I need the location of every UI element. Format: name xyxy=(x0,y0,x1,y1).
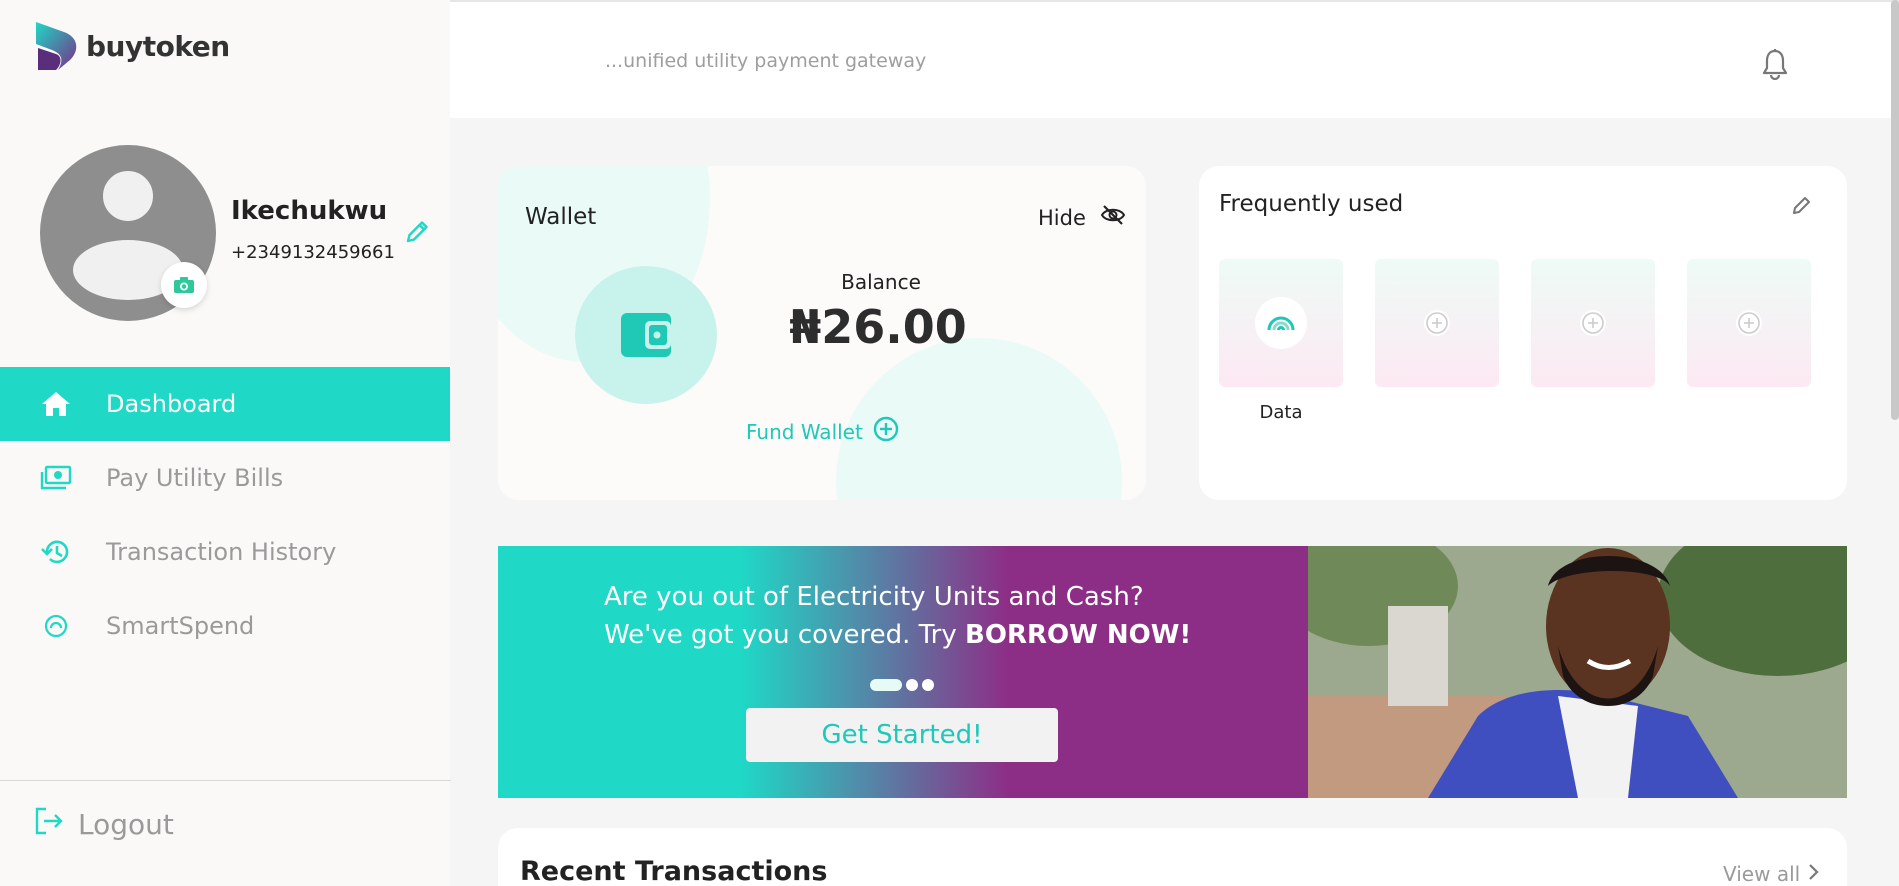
sidebar-item-label: SmartSpend xyxy=(106,612,255,640)
user-name: Ikechukwu xyxy=(231,196,388,226)
tile-icon-wrap xyxy=(1424,310,1450,336)
pencil-icon xyxy=(406,221,428,243)
eye-slash-icon xyxy=(1100,204,1126,231)
hide-balance-button[interactable]: Hide xyxy=(1038,204,1126,231)
plus-circle-icon xyxy=(1426,312,1448,334)
wallet-title: Wallet xyxy=(525,204,597,230)
logout-icon xyxy=(34,806,64,843)
plus-circle-icon xyxy=(1582,312,1604,334)
home-icon xyxy=(40,388,72,420)
sidebar-item-transaction-history[interactable]: Transaction History xyxy=(0,515,450,589)
brand-name: buytoken xyxy=(86,29,230,63)
carousel-dots xyxy=(870,679,938,691)
balance-amount: ₦26.00 xyxy=(789,300,967,354)
recent-transactions-title: Recent Transactions xyxy=(520,856,828,886)
frequent-tile-data[interactable] xyxy=(1219,259,1343,387)
change-photo-button[interactable] xyxy=(161,262,207,308)
tile-label: Data xyxy=(1259,402,1303,423)
sidebar-item-label: Transaction History xyxy=(106,538,337,566)
wallet-icon xyxy=(621,313,671,357)
history-icon xyxy=(40,536,72,568)
promo-banner: Are you out of Electricity Units and Cas… xyxy=(498,546,1847,798)
sidebar-item-label: Dashboard xyxy=(106,390,237,418)
sidebar: buytoken Ikechukwu +2349132459661 Dashbo… xyxy=(0,0,451,886)
edit-profile-button[interactable] xyxy=(403,218,431,250)
money-icon xyxy=(40,462,72,494)
banner-headline: Are you out of Electricity Units and Cas… xyxy=(604,582,1144,612)
top-bar: ...unified utility payment gateway xyxy=(450,0,1899,118)
carousel-dot[interactable] xyxy=(922,679,934,691)
smiling-man-photo xyxy=(1308,546,1847,798)
page-scrollbar[interactable] xyxy=(1891,0,1899,420)
wallet-icon-circle xyxy=(575,266,717,404)
frequently-used-card: Frequently used Data xyxy=(1199,166,1847,500)
wallet-card: Wallet Hide Balance ₦26.00 Fund Wallet xyxy=(498,166,1146,500)
get-started-button[interactable]: Get Started! xyxy=(746,708,1058,762)
recent-transactions-card: Recent Transactions View all xyxy=(498,828,1847,886)
carousel-dot-active[interactable] xyxy=(870,679,902,691)
banner-photo xyxy=(1308,546,1847,798)
frequently-used-title: Frequently used xyxy=(1219,191,1404,217)
sidebar-item-smartspend[interactable]: SmartSpend xyxy=(0,589,450,663)
logout-button[interactable]: Logout xyxy=(34,806,174,843)
fund-wallet-button[interactable]: Fund Wallet xyxy=(746,416,899,447)
sidebar-nav: Dashboard Pay Utility Bills Transaction … xyxy=(0,367,450,663)
plus-circle-icon xyxy=(1738,312,1760,334)
bell-icon xyxy=(1762,49,1788,81)
frequent-tile-add[interactable] xyxy=(1375,259,1499,387)
gauge-icon xyxy=(40,610,72,642)
tile-icon-wrap xyxy=(1736,310,1762,336)
banner-subline: We've got you covered. Try BORROW NOW! xyxy=(604,620,1191,650)
signal-icon xyxy=(1267,316,1295,331)
chevron-right-icon xyxy=(1808,862,1820,886)
view-all-link[interactable]: View all xyxy=(1723,862,1820,886)
tagline: ...unified utility payment gateway xyxy=(605,50,927,72)
camera-icon xyxy=(174,277,194,293)
banner-emphasis: BORROW NOW! xyxy=(965,620,1192,650)
brand-logo[interactable]: buytoken xyxy=(34,20,230,72)
balance-label: Balance xyxy=(841,270,921,294)
avatar-head xyxy=(101,169,155,223)
frequent-tile-add[interactable] xyxy=(1687,259,1811,387)
frequent-tile-add[interactable] xyxy=(1531,259,1655,387)
banner-subline-text: We've got you covered. Try xyxy=(604,620,966,650)
sidebar-item-pay-utility-bills[interactable]: Pay Utility Bills xyxy=(0,441,450,515)
tile-icon-wrap xyxy=(1255,297,1307,349)
sidebar-item-label: Pay Utility Bills xyxy=(106,464,284,492)
divider xyxy=(0,780,451,781)
notifications-button[interactable] xyxy=(1760,48,1790,84)
fund-wallet-label: Fund Wallet xyxy=(746,419,863,444)
pencil-icon xyxy=(1793,197,1810,214)
banner-content: Are you out of Electricity Units and Cas… xyxy=(498,546,1308,798)
plus-circle-icon xyxy=(873,416,899,447)
buytoken-logo-icon xyxy=(36,22,77,70)
logout-label: Logout xyxy=(78,808,174,841)
edit-frequently-used-button[interactable] xyxy=(1791,194,1813,220)
user-phone: +2349132459661 xyxy=(231,242,395,263)
tile-icon-wrap xyxy=(1580,310,1606,336)
view-all-label: View all xyxy=(1723,862,1801,886)
sidebar-item-dashboard[interactable]: Dashboard xyxy=(0,367,450,441)
carousel-dot[interactable] xyxy=(906,679,918,691)
hide-label: Hide xyxy=(1038,205,1086,230)
